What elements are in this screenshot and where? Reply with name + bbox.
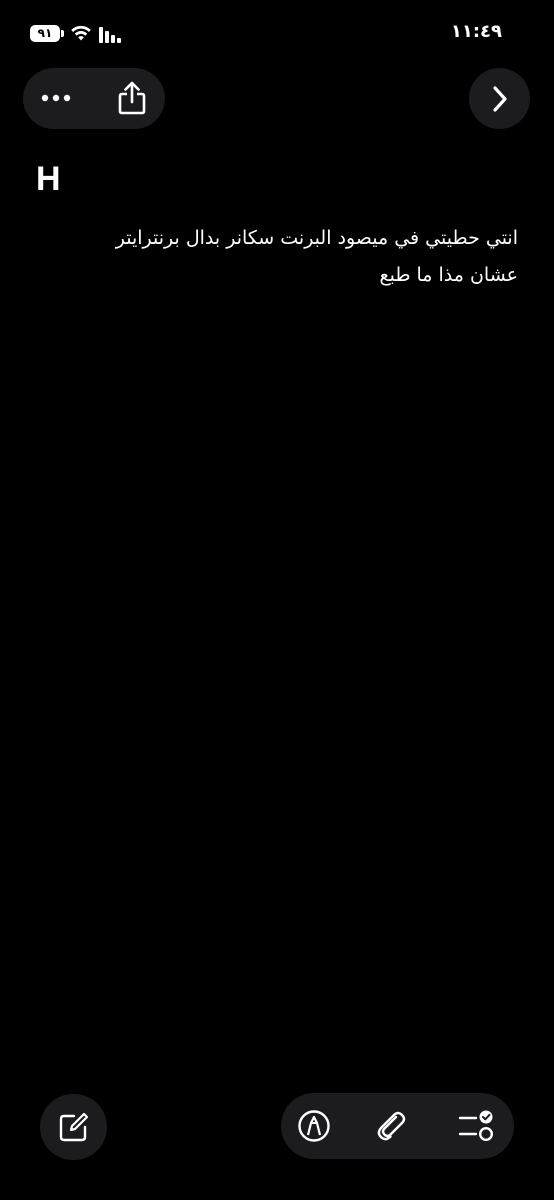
wifi-icon: [71, 25, 91, 41]
share-button[interactable]: [112, 78, 152, 118]
note-title[interactable]: H: [36, 160, 61, 199]
note-body[interactable]: انتي حطيتي في ميصود البرنت سكانر بدال بر…: [38, 220, 518, 294]
battery-cap: [61, 30, 64, 37]
markup-button[interactable]: [294, 1106, 334, 1146]
status-bar: ٩١ ١١:٤٩: [0, 0, 554, 60]
battery-level: ٩١: [30, 25, 60, 42]
chevron-right-icon: [492, 85, 507, 112]
paperclip-icon: [377, 1111, 406, 1141]
more-options-button[interactable]: [36, 80, 76, 116]
note-body-line-1: انتي حطيتي في ميصود البرنت سكانر بدال بر…: [115, 227, 518, 249]
checklist-icon: [458, 1110, 494, 1142]
new-note-button[interactable]: [40, 1094, 107, 1160]
next-button[interactable]: [469, 68, 530, 129]
compose-icon: [59, 1112, 88, 1142]
attachment-button[interactable]: [372, 1106, 412, 1146]
markup-pen-icon: [298, 1110, 330, 1142]
checklist-button[interactable]: [456, 1106, 496, 1146]
share-icon: [118, 81, 146, 115]
ellipsis-icon: [41, 94, 71, 102]
note-body-line-2: عشان مذا ما طبع: [379, 264, 518, 286]
cellular-signal-icon: [99, 27, 121, 43]
clock-time: ١١:٤٩: [450, 21, 502, 42]
